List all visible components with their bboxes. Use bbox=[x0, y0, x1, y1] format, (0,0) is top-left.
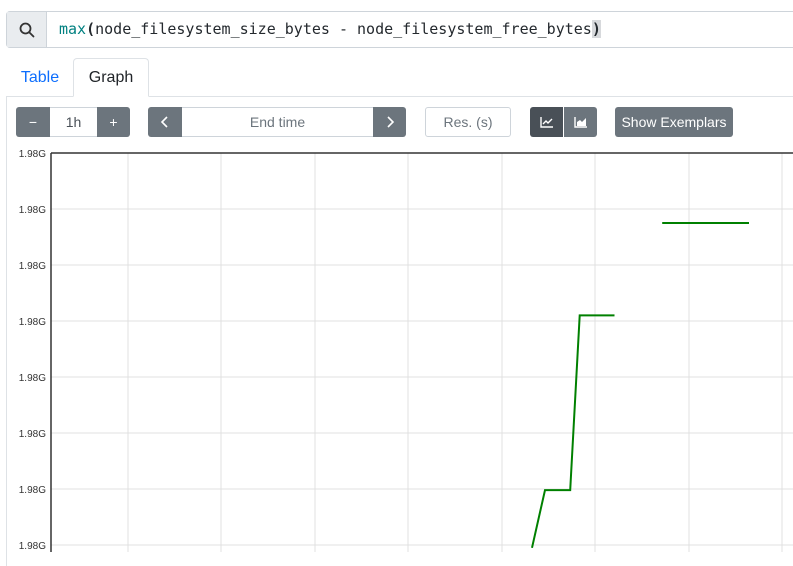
y-tick-label: 1.98G bbox=[19, 373, 46, 384]
y-tick-label: 1.98G bbox=[19, 149, 46, 160]
graph-chart[interactable]: 1.98G 1.98G 1.98G 1.98G 1.98G 1.98G 1.98G 1.98G bbox=[0, 0, 793, 552]
y-tick-label: 1.98G bbox=[19, 541, 46, 552]
y-tick-label: 1.98G bbox=[19, 485, 46, 496]
y-tick-label: 1.98G bbox=[19, 317, 46, 328]
chart-grid bbox=[50, 152, 793, 552]
y-tick-label: 1.98G bbox=[19, 261, 46, 272]
chart-series bbox=[531, 222, 749, 549]
series-line bbox=[531, 314, 615, 549]
y-tick-label: 1.98G bbox=[19, 429, 46, 440]
y-tick-label: 1.98G bbox=[19, 205, 46, 216]
y-axis-labels: 1.98G 1.98G 1.98G 1.98G 1.98G 1.98G 1.98G 1.98G bbox=[19, 149, 46, 552]
